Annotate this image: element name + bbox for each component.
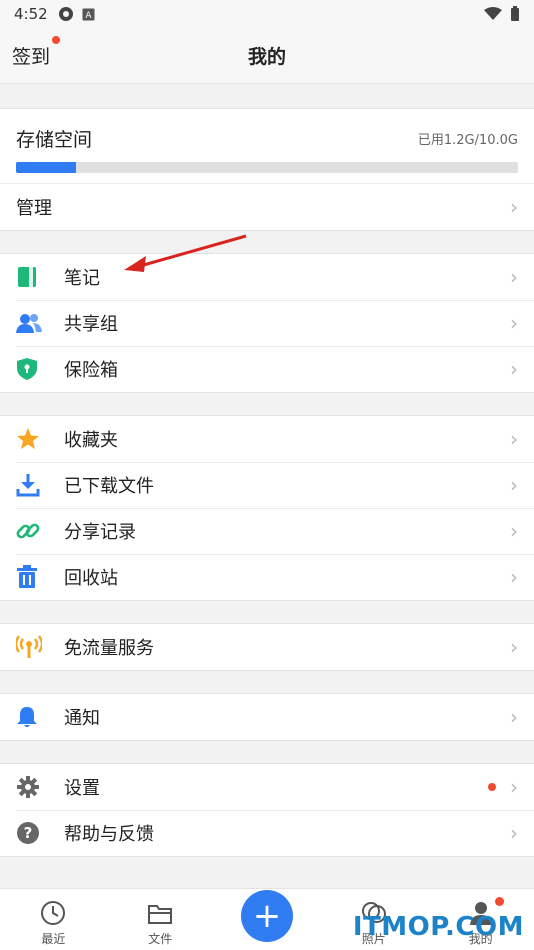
manage-label: 管理	[16, 198, 52, 219]
checkin-button[interactable]: 签到	[12, 36, 61, 69]
trash-icon	[16, 565, 46, 589]
menu-label-downloads: 已下载文件	[64, 476, 154, 497]
checkin-label: 签到	[12, 46, 51, 68]
menu-item-notifications[interactable]: 通知 ›	[0, 694, 534, 740]
chevron-right-icon: ›	[510, 265, 518, 289]
top-header: 签到 我的	[0, 28, 534, 84]
tab-files[interactable]: 文件	[107, 889, 214, 950]
shield-lock-icon	[16, 357, 46, 381]
menu-label-recycle-bin: 回收站	[64, 568, 118, 589]
menu-item-favorites[interactable]: 收藏夹 ›	[0, 416, 534, 462]
tab-recent[interactable]: 最近	[0, 889, 107, 950]
storage-used-text: 已用1.2G/10.0G	[417, 133, 518, 148]
mine-badge	[494, 897, 504, 906]
chevron-right-icon: ›	[510, 311, 518, 335]
status-bar: 4:52 A	[0, 0, 534, 28]
manage-item[interactable]: 管理 ›	[0, 184, 534, 230]
clock-icon	[41, 901, 66, 925]
group-files: 收藏夹 › 已下载文件 › 分享记录 › 回收站 ›	[0, 415, 534, 601]
storage-progress-fill	[16, 162, 77, 173]
menu-item-help[interactable]: ? 帮助与反馈 ›	[0, 810, 534, 856]
chevron-right-icon: ›	[510, 775, 518, 799]
menu-item-safe[interactable]: 保险箱 ›	[0, 346, 534, 392]
chevron-right-icon: ›	[510, 357, 518, 381]
chevron-right-icon: ›	[510, 195, 518, 219]
svg-text:?: ?	[24, 824, 33, 842]
notebook-icon	[16, 265, 46, 289]
group-notify: 通知 ›	[0, 693, 534, 741]
menu-item-free-data[interactable]: 免流量服务 ›	[0, 624, 534, 670]
menu-label-help: 帮助与反馈	[64, 824, 154, 845]
chevron-right-icon: ›	[510, 427, 518, 451]
svg-text:A: A	[85, 11, 92, 21]
menu-label-share-group: 共享组	[64, 314, 118, 335]
menu-item-downloads[interactable]: 已下载文件 ›	[0, 462, 534, 508]
menu-item-share-history[interactable]: 分享记录 ›	[0, 508, 534, 554]
storage-group: 存储空间 已用1.2G/10.0G 管理 ›	[0, 108, 534, 231]
chevron-right-icon: ›	[510, 705, 518, 729]
chevron-right-icon: ›	[510, 821, 518, 845]
settings-badge	[488, 783, 496, 791]
group-data: 免流量服务 ›	[0, 623, 534, 671]
battery-icon	[511, 6, 519, 21]
add-button[interactable]: +	[240, 890, 293, 942]
watermark-text: ITMOP.COM	[352, 912, 524, 942]
storage-section: 存储空间 已用1.2G/10.0G	[0, 109, 534, 184]
a-notification-icon: A	[82, 8, 95, 21]
storage-label: 存储空间	[16, 129, 93, 151]
menu-label-notifications: 通知	[64, 708, 100, 729]
status-time: 4:52	[14, 5, 48, 23]
app-notification-icon	[58, 7, 73, 21]
menu-label-free-data: 免流量服务	[64, 638, 154, 659]
group-settings: 设置 › ? 帮助与反馈 ›	[0, 763, 534, 857]
gear-icon	[16, 775, 46, 799]
antenna-icon	[16, 635, 46, 659]
star-icon	[16, 427, 46, 451]
wifi-icon	[484, 7, 502, 20]
chevron-right-icon: ›	[510, 473, 518, 497]
chevron-right-icon: ›	[510, 565, 518, 589]
menu-item-recycle-bin[interactable]: 回收站 ›	[0, 554, 534, 600]
menu-item-notes[interactable]: 笔记 ›	[0, 254, 534, 300]
menu-item-settings[interactable]: 设置 ›	[0, 764, 534, 810]
bell-icon	[16, 705, 46, 729]
chevron-right-icon: ›	[510, 635, 518, 659]
page-title: 我的	[247, 46, 286, 68]
chevron-right-icon: ›	[510, 519, 518, 543]
plus-icon: +	[252, 896, 282, 936]
checkin-badge	[52, 36, 61, 44]
storage-progress-bar	[16, 162, 518, 173]
menu-item-share-group[interactable]: 共享组 ›	[0, 300, 534, 346]
download-icon	[16, 473, 46, 497]
help-icon: ?	[16, 821, 46, 845]
tab-upload[interactable]: +	[214, 889, 321, 950]
menu-label-safe: 保险箱	[64, 360, 118, 381]
menu-label-share-history: 分享记录	[64, 522, 136, 543]
menu-label-notes: 笔记	[64, 268, 100, 289]
tab-label-files: 文件	[148, 932, 173, 946]
menu-label-settings: 设置	[64, 778, 100, 799]
menu-label-favorites: 收藏夹	[64, 430, 118, 451]
link-icon	[16, 519, 46, 543]
tab-label-recent: 最近	[41, 932, 66, 946]
group-tools: 笔记 › 共享组 › 保险箱 ›	[0, 253, 534, 393]
people-icon	[16, 311, 46, 335]
folder-icon	[148, 905, 173, 924]
